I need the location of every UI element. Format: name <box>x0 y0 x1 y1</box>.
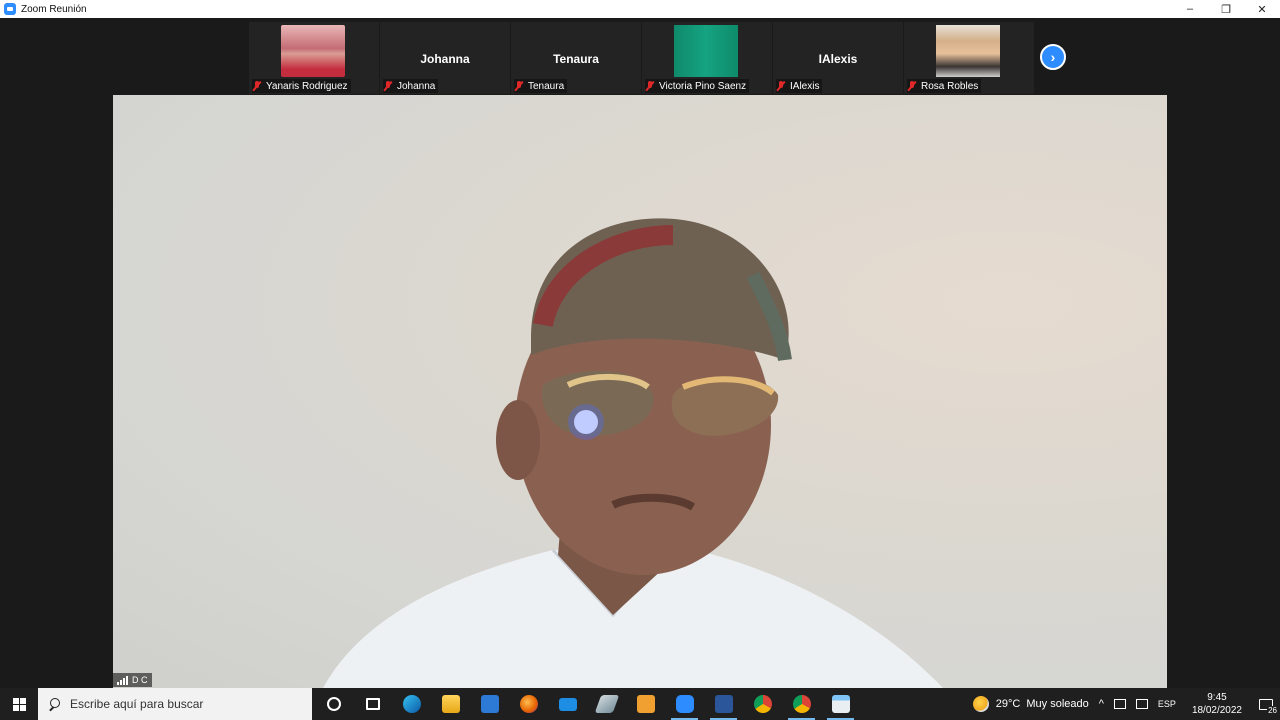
firefox-icon[interactable] <box>509 688 548 720</box>
chrome-profile-icon[interactable] <box>782 688 821 720</box>
windows-logo-icon <box>12 697 26 711</box>
participant-tile[interactable]: Johanna Johanna <box>380 22 510 94</box>
windows-taskbar: Escribe aquí para buscar 29°C Muy solead… <box>0 688 1280 720</box>
notification-count: 26 <box>1267 706 1278 715</box>
minimize-button[interactable]: – <box>1172 0 1208 18</box>
next-page-button[interactable]: › <box>1040 44 1066 70</box>
word-icon[interactable] <box>704 688 743 720</box>
participant-label: Yanaris Rodriguez <box>252 79 351 93</box>
participant-display-name: Johanna <box>420 52 470 66</box>
connection-badge: D C <box>113 673 152 687</box>
weather-sun-icon[interactable] <box>972 696 989 712</box>
participant-name: Tenaura <box>528 80 565 92</box>
action-center-button[interactable]: 26 <box>1252 688 1280 720</box>
mic-muted-icon <box>645 81 655 91</box>
restore-button[interactable]: ❐ <box>1208 0 1244 18</box>
participant-strip: Yanaris Rodriguez Johanna Johanna Tenaur… <box>249 22 1035 94</box>
participant-tile[interactable]: IAlexis IAlexis <box>773 22 903 94</box>
clock[interactable]: 9:45 18/02/2022 <box>1192 691 1242 717</box>
participant-name: Yanaris Rodriguez <box>266 80 348 92</box>
mic-muted-icon <box>252 81 262 91</box>
chevron-right-icon: › <box>1050 49 1056 65</box>
notepad-icon[interactable] <box>821 688 860 720</box>
mic-muted-icon <box>907 81 917 91</box>
window-title: Zoom Reunión <box>21 3 87 15</box>
media-player-icon[interactable] <box>626 688 665 720</box>
task-view-icon[interactable] <box>353 688 392 720</box>
mail-icon[interactable] <box>548 688 587 720</box>
mic-muted-icon <box>514 81 524 91</box>
feather-icon[interactable] <box>587 688 626 720</box>
participant-display-name: Tenaura <box>553 52 599 66</box>
participant-tile[interactable]: Yanaris Rodriguez <box>249 22 379 94</box>
language-indicator[interactable]: ESP <box>1158 699 1176 709</box>
participant-video-thumbnail <box>281 25 345 77</box>
weather-condition[interactable]: Muy soleado <box>1026 698 1088 710</box>
cortana-icon[interactable] <box>314 688 353 720</box>
participant-label: Rosa Robles <box>907 79 982 93</box>
window-controls: – ❐ ✕ <box>1172 0 1280 18</box>
show-hidden-icons-button[interactable]: ^ <box>1099 698 1104 710</box>
participant-name: Rosa Robles <box>921 80 979 92</box>
speaker-name-label: D C <box>132 675 148 685</box>
taskbar-search-box[interactable]: Escribe aquí para buscar <box>38 688 312 720</box>
device-icon[interactable] <box>1113 699 1126 709</box>
participant-name: IAlexis <box>790 80 820 92</box>
participant-name: Victoria Pino Saenz <box>659 80 747 92</box>
search-icon <box>48 698 60 710</box>
clock-date: 18/02/2022 <box>1191 705 1242 716</box>
participant-video-thumbnail <box>674 25 738 77</box>
zoom-icon[interactable] <box>665 688 704 720</box>
participant-label: Tenaura <box>514 79 568 93</box>
file-explorer-icon[interactable] <box>431 688 470 720</box>
system-tray: 29°C Muy soleado ^ ESP 9:45 18/02/2022 2… <box>972 688 1280 720</box>
participant-display-name: IAlexis <box>818 52 858 66</box>
mic-muted-icon <box>776 81 786 91</box>
participant-video-thumbnail <box>936 25 1000 77</box>
chrome-icon[interactable] <box>743 688 782 720</box>
mic-muted-icon <box>383 81 393 91</box>
store-icon[interactable] <box>470 688 509 720</box>
network-icon[interactable] <box>1135 699 1148 709</box>
pinned-apps <box>314 688 860 720</box>
clock-time: 9:45 <box>1207 692 1227 703</box>
participant-tile[interactable]: Victoria Pino Saenz <box>642 22 772 94</box>
participant-tile[interactable]: Tenaura Tenaura <box>511 22 641 94</box>
meeting-area: Yanaris Rodriguez Johanna Johanna Tenaur… <box>0 18 1280 688</box>
start-button[interactable] <box>0 688 38 720</box>
search-placeholder: Escribe aquí para buscar <box>70 697 204 711</box>
weather-temp[interactable]: 29°C <box>996 698 1021 710</box>
edge-icon[interactable] <box>392 688 431 720</box>
window-titlebar: Zoom Reunión – ❐ ✕ <box>0 0 1280 18</box>
participant-label: Johanna <box>383 79 439 93</box>
speaker-figure <box>323 218 943 688</box>
participant-tile[interactable]: Rosa Robles <box>904 22 1034 94</box>
zoom-app-icon <box>4 3 16 15</box>
participant-label: Victoria Pino Saenz <box>645 79 750 93</box>
signal-strength-icon <box>117 675 128 685</box>
participant-label: IAlexis <box>776 79 823 93</box>
active-speaker-video[interactable] <box>113 95 1167 688</box>
close-button[interactable]: ✕ <box>1244 0 1280 18</box>
participant-name: Johanna <box>397 80 436 92</box>
